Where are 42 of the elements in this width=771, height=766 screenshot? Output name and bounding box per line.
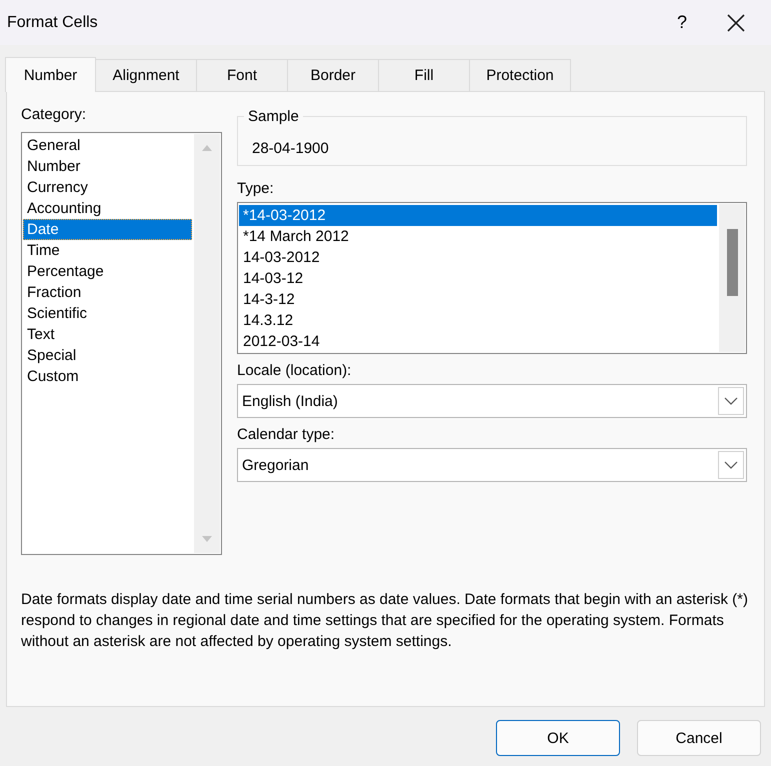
type-label: Type: (237, 180, 275, 199)
help-button[interactable]: ? (659, 0, 705, 45)
ok-button[interactable]: OK (496, 720, 620, 756)
category-item[interactable]: Number (23, 156, 192, 177)
category-item[interactable]: Scientific (23, 303, 192, 324)
category-item[interactable]: Currency (23, 177, 192, 198)
category-item[interactable]: Time (23, 240, 192, 261)
tab[interactable]: Protection (469, 59, 571, 91)
category-item[interactable]: Special (23, 345, 192, 366)
calendar-label: Calendar type: (237, 426, 336, 445)
type-item[interactable]: 2012-03-14 (239, 331, 717, 352)
window-title: Format Cells (7, 14, 99, 32)
type-item[interactable]: 14-3-12 (239, 289, 717, 310)
scrollbar[interactable] (719, 204, 745, 352)
category-item[interactable]: Text (23, 324, 192, 345)
tab[interactable]: Number (5, 57, 96, 92)
category-label: Category: (21, 106, 88, 125)
type-item[interactable]: *14-03-2012 (239, 205, 717, 226)
cancel-button[interactable]: Cancel (637, 720, 761, 756)
category-item[interactable]: Custom (23, 366, 192, 387)
scrollbar[interactable] (194, 134, 220, 553)
locale-label: Locale (location): (237, 362, 352, 381)
category-item[interactable]: Fraction (23, 282, 192, 303)
sample-value: 28-04-1900 (252, 140, 329, 157)
calendar-dropdown[interactable]: Gregorian (237, 448, 747, 482)
sample-label: Sample (244, 108, 303, 125)
locale-dropdown[interactable]: English (India) (237, 384, 747, 418)
scroll-up-icon[interactable] (201, 144, 213, 152)
caret-icon (724, 461, 738, 469)
category-item[interactable]: General (23, 135, 192, 156)
type-item[interactable]: *14 March 2012 (239, 226, 717, 247)
type-item[interactable]: 14-03-12 (239, 268, 717, 289)
scroll-down-icon[interactable] (201, 535, 213, 543)
type-item[interactable]: 14-03-2012 (239, 247, 717, 268)
close-icon (727, 14, 745, 32)
description-text: Date formats display date and time serial numbers as date values. Date formats that begin with an asterisk (*) respond to changes in regional date and time settings that are specified for the operating system. Formats without an asterisk are not affected by operating system settings. (21, 590, 750, 652)
category-item[interactable]: Percentage (23, 261, 192, 282)
caret-icon (724, 397, 738, 405)
type-item[interactable]: 14.3.12 (239, 310, 717, 331)
category-item[interactable]: Date (23, 219, 192, 240)
scroll-thumb[interactable] (727, 229, 738, 296)
category-item[interactable]: Accounting (23, 198, 192, 219)
